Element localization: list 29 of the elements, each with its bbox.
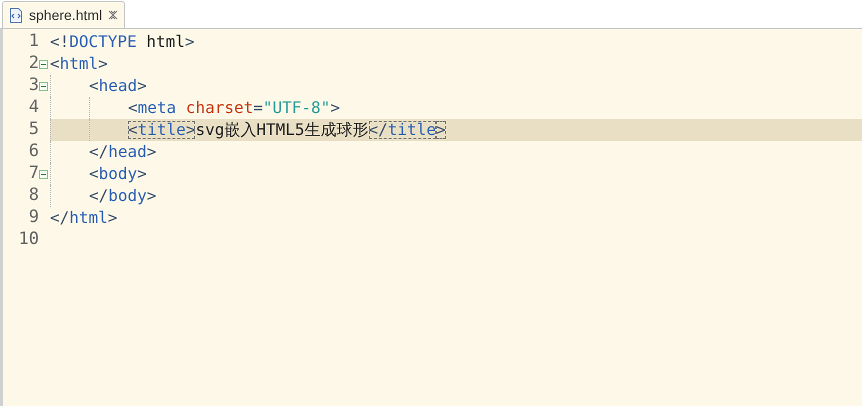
matched-tag: </title [368, 121, 436, 139]
code-text: <html> [50, 55, 108, 73]
line-number: 3 [28, 74, 39, 98]
line-number: 7 [28, 162, 39, 186]
tab-label: sphere.html [29, 6, 102, 25]
matched-tag: <title> [128, 121, 196, 139]
code-text: <meta charset="UTF-8"> [128, 99, 340, 117]
code-text: <body> [89, 165, 147, 183]
line-number: 9 [28, 206, 39, 230]
code-text: <!DOCTYPE html> [50, 33, 195, 51]
code-text: </body> [89, 187, 156, 205]
html-file-icon [9, 8, 23, 22]
line-number: 5 [28, 118, 39, 142]
line-number: 2 [28, 52, 39, 76]
line-number: 8 [28, 184, 39, 208]
collapse-icon[interactable] [39, 60, 48, 68]
line-number: 6 [28, 140, 39, 164]
code-text: </html> [50, 209, 118, 227]
code-text: svg嵌入HTML5生成球形 [195, 121, 369, 139]
line-number: 4 [28, 96, 39, 120]
code-text: <head> [89, 77, 147, 95]
close-icon[interactable] [108, 10, 118, 20]
collapse-icon[interactable] [39, 170, 48, 178]
collapse-icon[interactable] [39, 82, 48, 90]
matched-tag: > [436, 121, 446, 139]
line-number: 1 [28, 30, 39, 54]
line-number: 10 [18, 228, 39, 252]
code-text: </head> [89, 143, 156, 161]
file-tab[interactable]: sphere.html [2, 1, 126, 28]
